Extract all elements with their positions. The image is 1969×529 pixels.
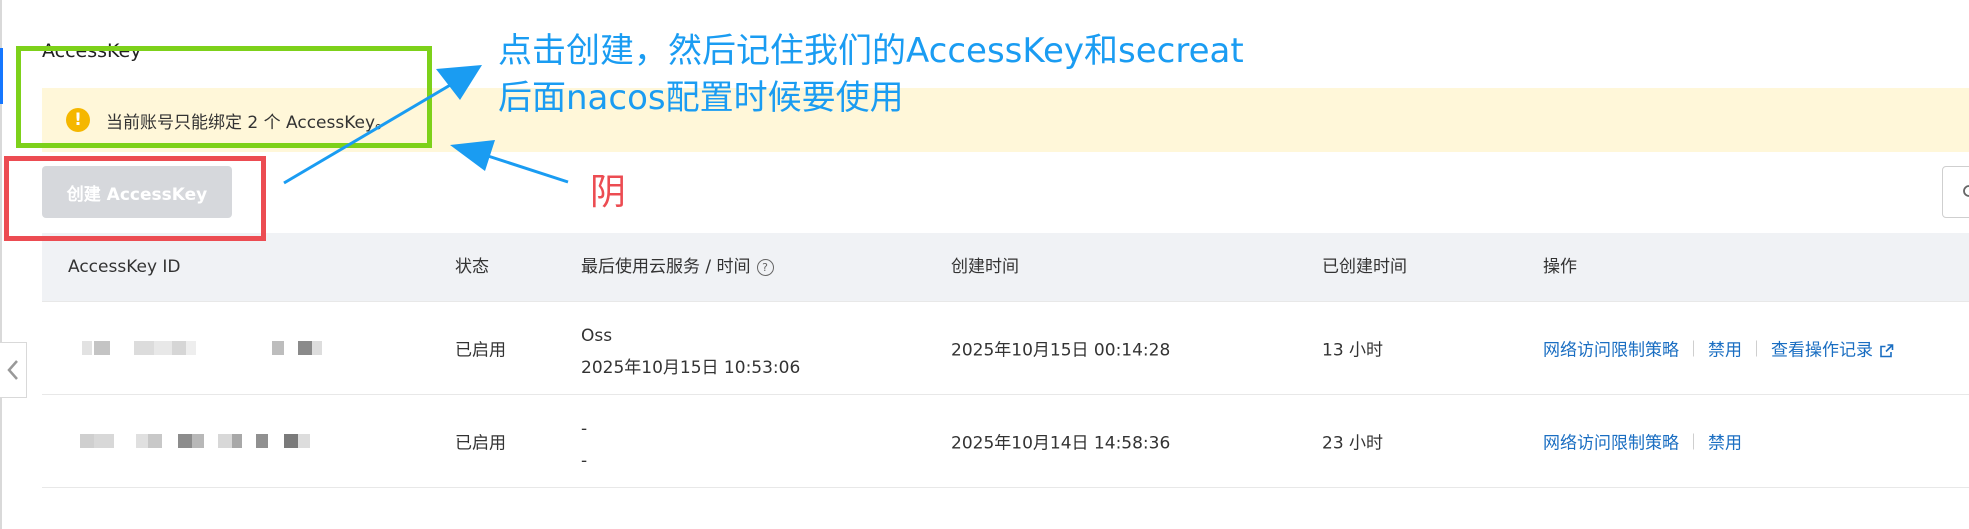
chevron-left-icon [7, 360, 18, 380]
divider [1756, 340, 1757, 356]
last-used-time: - [581, 451, 588, 471]
annotation-green-box [16, 46, 432, 148]
last-used-service: - [581, 419, 588, 439]
age-cell: 13 小时 [1322, 340, 1384, 361]
header-last-used: 最后使用云服务 / 时间? [581, 233, 774, 301]
disable-link[interactable]: 禁用 [1708, 429, 1742, 454]
view-operation-log-label: 查看操作记录 [1771, 340, 1873, 361]
search-icon [1963, 185, 1969, 197]
last-used-cell: Oss 2025年10月15日 10:53:06 [581, 320, 800, 384]
header-created: 创建时间 [951, 257, 1019, 277]
table-header: AccessKey ID 状态 最后使用云服务 / 时间? 创建时间 已创建时间… [42, 233, 1969, 302]
last-used-cell: - - [581, 413, 587, 477]
status-cell: 已启用 [455, 340, 506, 361]
divider [1693, 340, 1694, 356]
header-accesskey-id: AccessKey ID [68, 257, 181, 277]
table-row: 已启用 - - 2025年10月14日 14:58:36 23 小时 网络访问限… [42, 395, 1969, 488]
header-operations: 操作 [1543, 257, 1577, 277]
annotation-instruction: 点击创建，然后记住我们的AccessKey和secreat 后面nacos配置时… [498, 28, 1244, 122]
row-actions: 网络访问限制策略 禁用 查看操作记录 [1543, 336, 1894, 361]
collapse-sidebar-button[interactable] [0, 342, 27, 398]
last-used-service: Oss [581, 326, 613, 346]
view-operation-log-link[interactable]: 查看操作记录 [1771, 336, 1894, 361]
network-access-policy-link[interactable]: 网络访问限制策略 [1543, 336, 1679, 361]
annotation-red-label: 阴 [590, 172, 627, 213]
masked-accesskey-id [80, 434, 320, 448]
divider [1693, 433, 1694, 449]
last-used-time: 2025年10月15日 10:53:06 [581, 358, 801, 378]
age-cell: 23 小时 [1322, 433, 1384, 454]
masked-accesskey-id [82, 341, 322, 355]
created-cell: 2025年10月14日 14:58:36 [951, 433, 1171, 454]
status-cell: 已启用 [455, 433, 506, 454]
accesskey-table: AccessKey ID 状态 最后使用云服务 / 时间? 创建时间 已创建时间… [42, 233, 1969, 488]
disable-link[interactable]: 禁用 [1708, 336, 1742, 361]
header-age: 已创建时间 [1322, 257, 1407, 277]
network-access-policy-link[interactable]: 网络访问限制策略 [1543, 429, 1679, 454]
annotation-red-box [4, 156, 266, 241]
row-actions: 网络访问限制策略 禁用 [1543, 429, 1742, 454]
help-icon[interactable]: ? [756, 258, 774, 276]
search-input[interactable] [1942, 166, 1969, 218]
annotation-line-1: 点击创建，然后记住我们的AccessKey和secreat [498, 31, 1244, 71]
annotation-line-2: 后面nacos配置时候要使用 [498, 78, 904, 118]
created-cell: 2025年10月15日 00:14:28 [951, 340, 1171, 361]
header-status: 状态 [455, 257, 489, 277]
nav-active-indicator [0, 48, 3, 104]
external-link-icon [1880, 343, 1894, 357]
table-row: 已启用 Oss 2025年10月15日 10:53:06 2025年10月15日… [42, 302, 1969, 395]
header-last-used-label: 最后使用云服务 / 时间 [581, 257, 751, 277]
